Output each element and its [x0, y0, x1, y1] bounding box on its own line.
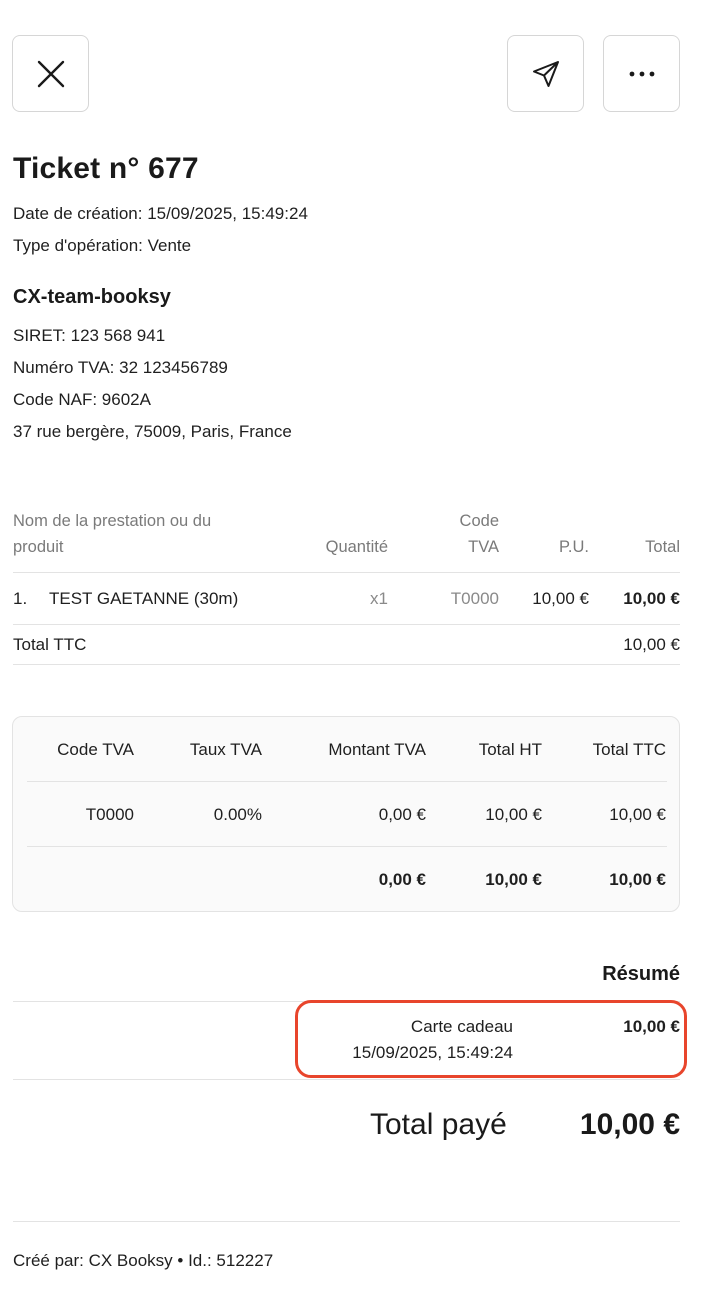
ticket-title: Ticket n° 677 — [13, 152, 199, 185]
row-code-tva: T0000 — [450, 589, 499, 608]
col-header-code-tva: Code TVA — [459, 512, 499, 556]
payment-date: 15/09/2025, 15:49:24 — [352, 1043, 513, 1062]
vat-total-ttc: 10,00 € — [609, 870, 666, 889]
row-unit-price: 10,00 € — [532, 589, 589, 608]
total-ttc-label: Total TTC — [13, 635, 87, 654]
vat-total-ht: 10,00 € — [485, 870, 542, 889]
send-icon — [531, 59, 561, 89]
total-ttc-value: 10,00 € — [623, 635, 680, 654]
vat-header-amount: Montant TVA — [328, 740, 426, 759]
vat-breakdown-table: Code TVA Taux TVA Montant TVA Total HT T… — [12, 716, 680, 912]
col-header-total: Total — [645, 538, 680, 556]
row-service-name: TEST GAETANNE (30m) — [49, 589, 239, 608]
business-siret: SIRET: 123 568 941 — [13, 326, 166, 345]
vat-row-rate: 0.00% — [213, 805, 262, 824]
vat-header-total-ht: Total HT — [478, 740, 542, 759]
row-total: 10,00 € — [623, 589, 680, 608]
business-naf: Code NAF: 9602A — [13, 390, 151, 409]
vat-row-total-ht: 10,00 € — [485, 805, 542, 824]
more-icon — [627, 69, 657, 79]
vat-row-code: T0000 — [85, 805, 134, 824]
vat-row-amount: 0,00 € — [378, 805, 426, 824]
business-tva: Numéro TVA: 32 123456789 — [13, 358, 228, 377]
payment-method: Carte cadeau — [410, 1017, 513, 1036]
business-address: 37 rue bergère, 75009, Paris, France — [13, 422, 292, 441]
vat-header-code: Code TVA — [57, 740, 134, 759]
operation-type: Type d'opération: Vente — [13, 236, 192, 255]
col-header-quantity: Quantité — [325, 538, 388, 556]
summary-title: Résumé — [602, 963, 680, 985]
payment-highlight — [295, 1000, 687, 1078]
payment-amount: 10,00 € — [623, 1017, 680, 1036]
vat-row-total-ttc: 10,00 € — [609, 805, 666, 824]
divider — [13, 572, 680, 573]
total-paid-value: 10,00 € — [579, 1108, 680, 1141]
divider — [27, 846, 667, 847]
total-paid-label: Total payé — [370, 1108, 507, 1141]
business-name: CX-team-booksy — [13, 286, 171, 308]
row-index: 1. — [13, 589, 28, 608]
vat-header-total-ttc: Total TTC — [592, 740, 666, 759]
close-icon — [35, 58, 67, 90]
divider — [13, 1079, 680, 1080]
col-header-name: Nom de la prestation ou du produit — [13, 512, 212, 556]
divider — [13, 1221, 680, 1222]
vat-total-amount: 0,00 € — [378, 870, 426, 889]
more-options-button[interactable] — [603, 35, 680, 112]
row-quantity: x1 — [370, 589, 388, 608]
divider — [13, 624, 680, 625]
send-button[interactable] — [507, 35, 584, 112]
divider — [27, 781, 667, 782]
footer-created-by: Créé par: CX Booksy • Id.: 512227 — [13, 1251, 274, 1270]
col-header-unit-price: P.U. — [559, 538, 589, 556]
vat-header-rate: Taux TVA — [189, 740, 262, 759]
divider — [13, 664, 680, 665]
close-button[interactable] — [12, 35, 89, 112]
creation-date: Date de création: 15/09/2025, 15:49:24 — [13, 204, 308, 223]
